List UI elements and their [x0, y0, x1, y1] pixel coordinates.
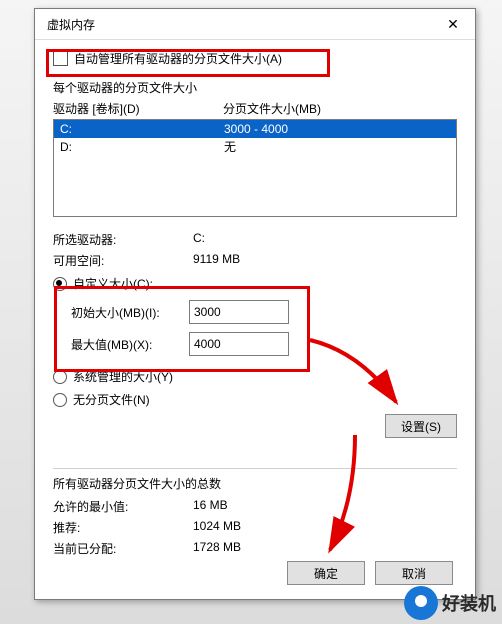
drive-row-c[interactable]: C: 3000 - 4000: [54, 120, 456, 138]
drive-row-d[interactable]: D: 无: [54, 138, 456, 156]
no-paging-label: 无分页文件(N): [73, 391, 150, 408]
watermark: 好装机: [404, 586, 496, 620]
per-drive-section-label: 每个驱动器的分页文件大小: [53, 79, 457, 96]
free-space-label: 可用空间:: [53, 252, 193, 269]
titlebar: 虚拟内存 ✕: [35, 9, 475, 40]
selected-drive-value: C:: [193, 231, 205, 248]
totals-title: 所有驱动器分页文件大小的总数: [53, 475, 457, 492]
drive-list[interactable]: C: 3000 - 4000 D: 无: [53, 119, 457, 217]
max-size-input[interactable]: [189, 332, 289, 356]
system-managed-radio[interactable]: [53, 370, 67, 384]
current-alloc-label: 当前已分配:: [53, 540, 193, 557]
watermark-icon: [404, 586, 438, 620]
system-managed-label: 系统管理的大小(Y): [73, 368, 173, 385]
custom-size-radio[interactable]: [53, 277, 67, 291]
virtual-memory-dialog: 虚拟内存 ✕ 自动管理所有驱动器的分页文件大小(A) 每个驱动器的分页文件大小 …: [34, 8, 476, 600]
totals-section: 所有驱动器分页文件大小的总数 允许的最小值:16 MB 推荐:1024 MB 当…: [53, 468, 457, 557]
max-size-label: 最大值(MB)(X):: [71, 336, 179, 353]
watermark-text: 好装机: [442, 590, 496, 616]
custom-size-label: 自定义大小(C):: [73, 275, 153, 292]
recommended-value: 1024 MB: [193, 519, 241, 536]
current-alloc-value: 1728 MB: [193, 540, 241, 557]
dialog-title: 虚拟内存: [47, 16, 95, 33]
ok-button[interactable]: 确定: [287, 561, 365, 585]
auto-manage-checkbox[interactable]: [53, 51, 68, 66]
min-allowed-value: 16 MB: [193, 498, 228, 515]
selected-drive-label: 所选驱动器:: [53, 231, 193, 248]
auto-manage-label: 自动管理所有驱动器的分页文件大小(A): [74, 50, 282, 67]
recommended-label: 推荐:: [53, 519, 193, 536]
column-drive-header: 驱动器 [卷标](D): [53, 100, 223, 117]
initial-size-input[interactable]: [189, 300, 289, 324]
initial-size-label: 初始大小(MB)(I):: [71, 304, 179, 321]
set-button[interactable]: 设置(S): [385, 414, 457, 438]
min-allowed-label: 允许的最小值:: [53, 498, 193, 515]
no-paging-radio[interactable]: [53, 393, 67, 407]
column-size-header: 分页文件大小(MB): [223, 100, 321, 117]
close-icon[interactable]: ✕: [439, 13, 467, 35]
cancel-button[interactable]: 取消: [375, 561, 453, 585]
free-space-value: 9119 MB: [193, 252, 240, 269]
